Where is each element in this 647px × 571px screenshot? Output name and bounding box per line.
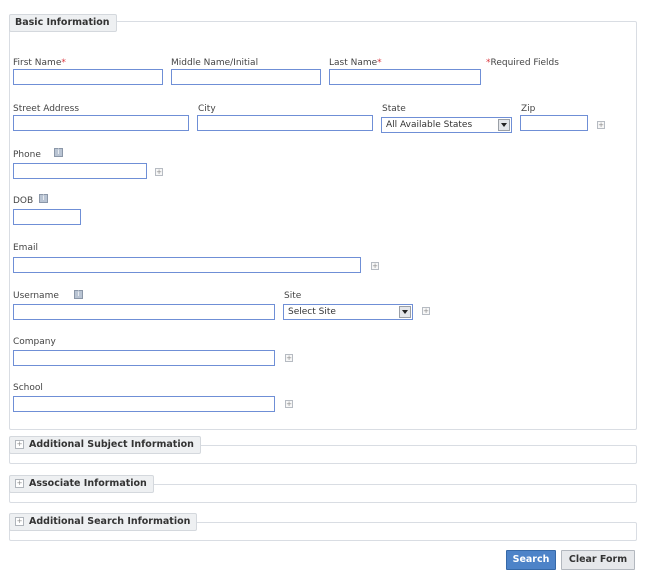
middle-name-label: Middle Name/Initial xyxy=(171,58,259,68)
username-label: Username xyxy=(13,291,59,301)
required-asterisk: * xyxy=(61,58,66,68)
expand-icon: + xyxy=(15,517,24,526)
required-fields-text: Required Fields xyxy=(490,58,559,68)
first-name-input[interactable] xyxy=(13,69,163,85)
email-input[interactable] xyxy=(13,257,361,273)
street-address-input[interactable] xyxy=(13,115,189,131)
street-address-label: Street Address xyxy=(13,104,80,114)
add-school-icon[interactable]: + xyxy=(285,400,293,408)
site-selected-value: Select Site xyxy=(288,307,336,317)
add-zip-icon[interactable]: + xyxy=(597,121,605,129)
zip-input[interactable] xyxy=(520,115,588,131)
expand-icon: + xyxy=(15,479,24,488)
username-input[interactable] xyxy=(13,304,275,320)
additional-subject-section-toggle[interactable]: + Additional Subject Information xyxy=(9,436,201,454)
username-help-icon[interactable]: i xyxy=(74,290,83,299)
required-asterisk: * xyxy=(377,58,382,68)
email-label: Email xyxy=(13,243,38,253)
company-input[interactable] xyxy=(13,350,275,366)
last-name-label: Last Name* xyxy=(329,58,382,68)
additional-search-title: Additional Search Information xyxy=(29,516,191,527)
associate-section-toggle[interactable]: + Associate Information xyxy=(9,475,154,493)
phone-label: Phone xyxy=(13,150,41,160)
site-select[interactable]: Select Site xyxy=(283,304,413,320)
additional-subject-title: Additional Subject Information xyxy=(29,439,194,450)
add-site-icon[interactable]: + xyxy=(422,307,430,315)
state-select[interactable]: All Available States xyxy=(381,117,512,133)
required-fields-note: *Required Fields xyxy=(486,58,559,68)
last-name-input[interactable] xyxy=(329,69,481,85)
add-company-icon[interactable]: + xyxy=(285,354,293,362)
expand-icon: + xyxy=(15,440,24,449)
chevron-down-icon xyxy=(498,119,510,131)
school-label: School xyxy=(13,383,43,393)
search-button[interactable]: Search xyxy=(506,550,556,570)
middle-name-input[interactable] xyxy=(171,69,321,85)
state-selected-value: All Available States xyxy=(386,120,473,130)
additional-search-section-toggle[interactable]: + Additional Search Information xyxy=(9,513,198,531)
last-name-label-text: Last Name xyxy=(329,58,378,68)
clear-form-button[interactable]: Clear Form xyxy=(561,550,635,570)
first-name-label-text: First Name xyxy=(13,58,62,68)
associate-title: Associate Information xyxy=(29,478,147,489)
state-label: State xyxy=(382,104,406,114)
company-label: Company xyxy=(13,337,56,347)
dob-input[interactable] xyxy=(13,209,81,225)
city-label: City xyxy=(198,104,216,114)
dob-help-icon[interactable]: i xyxy=(39,194,48,203)
dob-label: DOB xyxy=(13,196,34,206)
add-phone-icon[interactable]: + xyxy=(155,168,163,176)
add-email-icon[interactable]: + xyxy=(371,262,379,270)
basic-information-title: Basic Information xyxy=(15,17,110,28)
phone-help-icon[interactable]: i xyxy=(54,148,63,157)
site-label: Site xyxy=(284,291,302,301)
city-input[interactable] xyxy=(197,115,373,131)
school-input[interactable] xyxy=(13,396,275,412)
phone-input[interactable] xyxy=(13,163,147,179)
first-name-label: First Name* xyxy=(13,58,66,68)
chevron-down-icon xyxy=(399,306,411,318)
basic-information-legend: Basic Information xyxy=(9,14,117,32)
zip-label: Zip xyxy=(521,104,536,114)
